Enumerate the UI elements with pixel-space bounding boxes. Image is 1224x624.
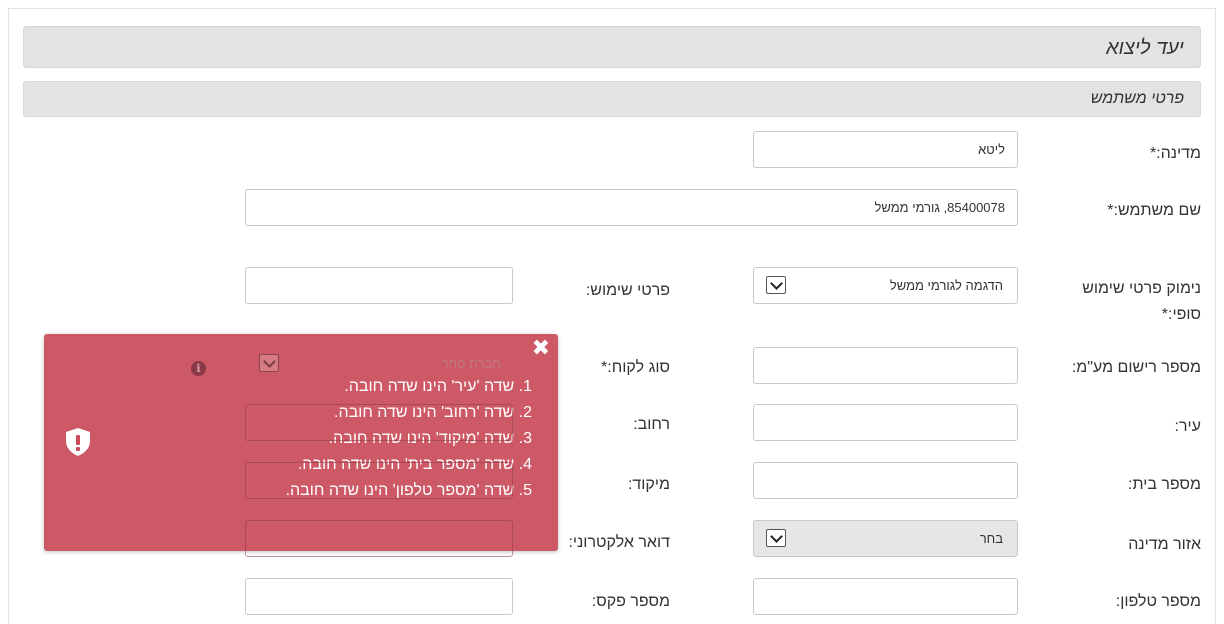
zip-input[interactable] — [245, 462, 513, 499]
registration-input[interactable] — [753, 347, 1018, 384]
use-details-label: פרטי שימוש: — [585, 282, 670, 299]
country-input[interactable]: ליטא — [753, 131, 1018, 168]
form-title-bar: יעד ליצוא — [23, 26, 1201, 68]
info-icon: i — [191, 361, 206, 376]
chevron-down-icon[interactable] — [766, 529, 786, 547]
fax-input[interactable] — [245, 578, 513, 615]
end-use-reason-label: נימוק פרטי שימוש סופי:* — [1082, 280, 1201, 323]
end-use-reason-value: הדגמה לגורמי ממשל — [889, 278, 1003, 293]
region-label: אזור מדינה — [1128, 536, 1201, 553]
form-title: יעד ליצוא — [1106, 37, 1184, 59]
section-title-bar: פרטי משתמש — [23, 81, 1201, 117]
close-icon[interactable]: ✖ — [532, 337, 550, 359]
city-input[interactable] — [753, 404, 1018, 441]
username-label: שם משתמש:* — [1107, 202, 1201, 219]
email-input[interactable] — [245, 520, 513, 557]
section-title: פרטי משתמש — [1090, 90, 1184, 107]
house-number-label: מספר בית: — [1128, 476, 1201, 493]
chevron-down-icon[interactable] — [766, 276, 786, 294]
phone-input[interactable] — [753, 578, 1018, 615]
city-label: עיר: — [1174, 418, 1201, 435]
chevron-down-icon[interactable] — [259, 354, 279, 372]
shield-alert-icon — [66, 428, 90, 456]
customer-type-select[interactable]: חברת סחר — [245, 348, 513, 385]
end-use-reason-select[interactable]: הדגמה לגורמי ממשל — [753, 267, 1018, 304]
house-number-input[interactable] — [753, 462, 1018, 499]
use-details-input[interactable] — [245, 267, 513, 304]
fax-label: מספר פקס: — [591, 593, 670, 610]
phone-label: מספר טלפון: — [1115, 593, 1201, 610]
registration-label: מספר רישום מע"מ: — [1071, 359, 1201, 376]
customer-type-value: חברת סחר — [441, 356, 501, 371]
region-select[interactable]: בחר — [753, 520, 1018, 557]
username-input[interactable]: 85400078, גורמי ממשל — [245, 189, 1018, 226]
region-value: בחר — [979, 531, 1003, 546]
street-input[interactable] — [245, 404, 513, 441]
country-label: מדינה:* — [1149, 145, 1201, 162]
